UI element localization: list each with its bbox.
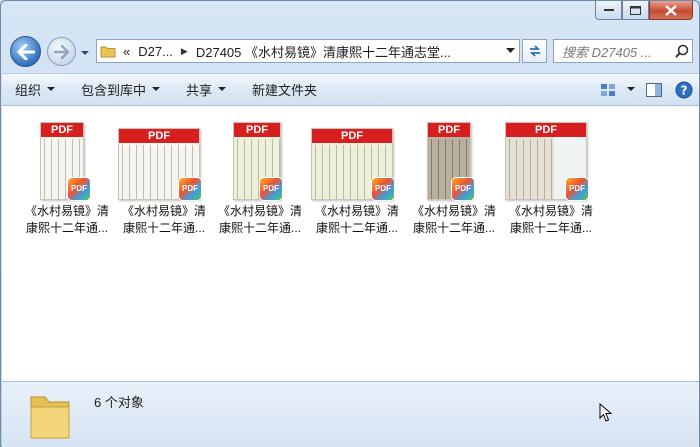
- pdf-app-icon: PDF: [179, 178, 201, 200]
- chevron-down-icon: [505, 48, 515, 53]
- file-thumbnail: PDF PDF: [19, 114, 115, 202]
- arrow-right-icon: [53, 44, 69, 59]
- file-item[interactable]: PDF PDF 《水村易镜》清 康熙十二年通...: [503, 114, 599, 236]
- refresh-button[interactable]: [522, 39, 547, 63]
- file-name-line2: 康熙十二年通...: [509, 221, 592, 235]
- file-name-line1: 《水村易镜》清: [314, 204, 399, 218]
- chevron-down-icon: [47, 87, 56, 91]
- view-icon: [601, 83, 615, 96]
- share-label: 共享: [186, 83, 213, 98]
- file-item[interactable]: PDF PDF 《水村易镜》清 康熙十二年通...: [116, 114, 212, 236]
- help-icon: ?: [675, 81, 693, 98]
- file-thumbnail: PDF PDF: [503, 114, 599, 202]
- include-library-label: 包含到库中: [81, 83, 147, 98]
- breadcrumb-parent[interactable]: D27...: [134, 44, 177, 59]
- search-input[interactable]: 搜索 D27405 ...: [562, 42, 672, 61]
- arrow-left-icon: [17, 43, 35, 60]
- file-item[interactable]: PDF PDF 《水村易镜》清 康熙十二年通...: [309, 114, 405, 236]
- preview-pane-button[interactable]: [639, 74, 669, 105]
- file-item[interactable]: PDF PDF 《水村易镜》清 康熙十二年通...: [19, 114, 115, 236]
- details-pane: 6 个对象: [2, 381, 699, 447]
- maximize-button[interactable]: [622, 1, 649, 20]
- close-icon: [665, 4, 677, 16]
- pdf-label: PDF: [312, 129, 392, 143]
- chevron-down-icon: [627, 87, 635, 91]
- minimize-button[interactable]: [595, 1, 622, 20]
- pdf-label: PDF: [41, 123, 83, 137]
- breadcrumb-current[interactable]: D27405 《水村易镜》清康熙十二年通志堂...: [192, 42, 455, 61]
- file-name-line1: 《水村易镜》清: [24, 204, 109, 218]
- search-box[interactable]: 搜索 D27405 ...: [553, 39, 693, 63]
- breadcrumb-separator-icon[interactable]: ▶: [177, 46, 192, 57]
- address-bar[interactable]: « D27... ▶ D27405 《水村易镜》清康熙十二年通志堂...: [96, 39, 520, 63]
- breadcrumb-overflow[interactable]: «: [119, 44, 134, 59]
- explorer-window: « D27... ▶ D27405 《水村易镜》清康熙十二年通志堂... 搜索 …: [0, 0, 700, 447]
- close-button[interactable]: [649, 1, 693, 20]
- caption-buttons: [595, 1, 693, 21]
- search-icon[interactable]: [672, 44, 692, 58]
- pdf-app-icon: PDF: [260, 178, 282, 200]
- pdf-app-icon: PDF: [68, 178, 90, 200]
- command-bar: 组织 包含到库中 共享 新建文件夹 ?: [2, 73, 699, 106]
- file-thumbnail: PDF PDF: [212, 114, 308, 202]
- chevron-down-icon: [152, 87, 161, 91]
- file-name-line2: 康熙十二年通...: [122, 221, 205, 235]
- file-name-line2: 康熙十二年通...: [412, 221, 495, 235]
- view-options-dropdown[interactable]: [623, 74, 639, 105]
- file-item[interactable]: PDF PDF 《水村易镜》清 康熙十二年通...: [406, 114, 502, 236]
- mouse-cursor-icon: [599, 403, 613, 422]
- file-name-line2: 康熙十二年通...: [25, 221, 108, 235]
- share-menu[interactable]: 共享: [173, 74, 239, 105]
- pdf-label: PDF: [234, 123, 280, 137]
- forward-button[interactable]: [47, 37, 76, 66]
- pdf-app-icon: PDF: [452, 178, 474, 200]
- new-folder-label: 新建文件夹: [252, 83, 318, 98]
- file-thumbnail: PDF PDF: [309, 114, 405, 202]
- pdf-label: PDF: [428, 123, 470, 137]
- recent-pages-dropdown[interactable]: [80, 47, 90, 57]
- file-list: PDF PDF 《水村易镜》清 康熙十二年通... PDF PDF 《水村易镜》…: [2, 106, 699, 381]
- pdf-label: PDF: [119, 129, 199, 143]
- file-thumbnail: PDF PDF: [406, 114, 502, 202]
- file-thumbnail: PDF PDF: [116, 114, 212, 202]
- file-name-line1: 《水村易镜》清: [217, 204, 302, 218]
- folder-icon: [97, 44, 119, 58]
- file-item[interactable]: PDF PDF 《水村易镜》清 康熙十二年通...: [212, 114, 308, 236]
- svg-text:?: ?: [681, 83, 688, 97]
- toolbar-right: ?: [593, 74, 699, 105]
- include-in-library-menu[interactable]: 包含到库中: [68, 74, 173, 105]
- minimize-icon: [603, 9, 614, 11]
- file-name-line1: 《水村易镜》清: [508, 204, 593, 218]
- new-folder-button[interactable]: 新建文件夹: [239, 74, 330, 105]
- folder-icon: [30, 396, 70, 439]
- file-name-line1: 《水村易镜》清: [411, 204, 496, 218]
- change-view-button[interactable]: [593, 74, 623, 105]
- pdf-label: PDF: [506, 123, 586, 137]
- file-name-line1: 《水村易镜》清: [121, 204, 206, 218]
- pdf-app-icon: PDF: [372, 178, 394, 200]
- file-name-line2: 康熙十二年通...: [315, 221, 398, 235]
- organize-label: 组织: [15, 83, 42, 98]
- file-name-line2: 康熙十二年通...: [218, 221, 301, 235]
- maximize-icon: [630, 5, 641, 15]
- address-history-dropdown[interactable]: [501, 40, 519, 62]
- organize-menu[interactable]: 组织: [2, 74, 68, 105]
- chevron-down-icon: [218, 87, 227, 91]
- refresh-icon: [529, 45, 540, 57]
- pdf-app-icon: PDF: [566, 178, 588, 200]
- help-button[interactable]: ?: [669, 74, 699, 105]
- back-button[interactable]: [10, 36, 41, 67]
- item-count: 6 个对象: [94, 395, 144, 410]
- chevron-down-icon: [81, 51, 89, 55]
- preview-pane-icon: [646, 82, 662, 97]
